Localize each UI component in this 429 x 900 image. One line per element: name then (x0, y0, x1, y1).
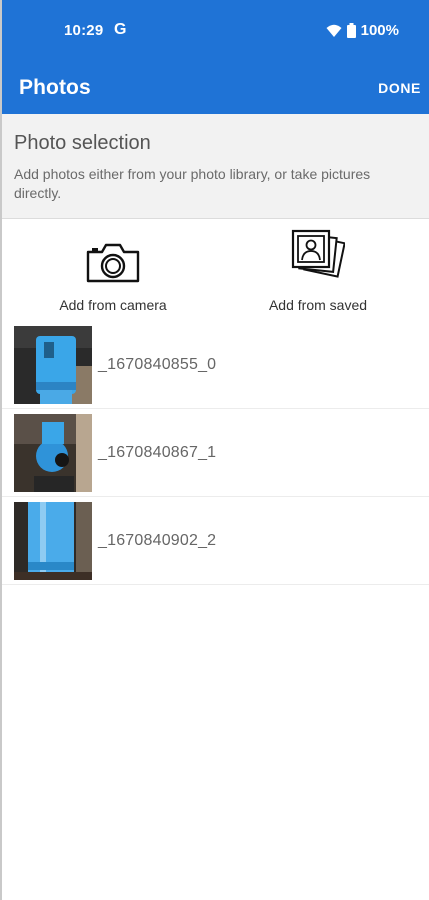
photo-thumbnail (14, 501, 92, 580)
status-time: 10:29 (64, 22, 104, 39)
battery-percent: 100% (360, 22, 399, 39)
photo-name: _1670840855_0 (98, 355, 217, 373)
window-edge (0, 0, 2, 900)
section-description: Add photos either from your photo librar… (14, 166, 371, 201)
photo-name: _1670840867_1 (98, 443, 217, 461)
add-from-camera-label: Add from camera (59, 297, 167, 313)
wifi-icon (326, 24, 342, 38)
top-bar: 10:29 G 100% Photos DONE (0, 0, 429, 114)
photo-name: _1670840902_2 (98, 531, 217, 549)
add-photo-actions: Add from camera Add from saved (0, 219, 429, 321)
photo-list-item[interactable]: _1670840855_0 (0, 321, 429, 409)
done-button[interactable]: DONE (370, 72, 421, 104)
photo-stack-icon (291, 229, 345, 283)
photo-thumbnail (14, 413, 92, 492)
battery-icon (346, 23, 356, 38)
photos-screen: 10:29 G 100% Photos DONE Photo selection… (0, 0, 429, 900)
app-bar: Photos DONE (0, 62, 429, 114)
status-bar: 10:29 G 100% (0, 0, 429, 62)
page-title: Photos (19, 76, 91, 99)
camera-icon (86, 233, 140, 283)
photo-thumbnail (14, 325, 92, 404)
photo-list-item[interactable]: _1670840902_2 (0, 497, 429, 585)
photo-list-item[interactable]: _1670840867_1 (0, 409, 429, 497)
section-title: Photo selection (14, 132, 151, 154)
add-from-camera-button[interactable]: Add from camera (54, 219, 172, 313)
google-g-icon: G (114, 21, 127, 38)
photo-selection-header: Photo selection Add photos either from y… (0, 114, 429, 219)
status-right-group: 100% (326, 22, 399, 39)
add-from-saved-button[interactable]: Add from saved (262, 219, 374, 313)
add-from-saved-label: Add from saved (268, 297, 368, 313)
photo-list: _1670840855_0 _1670840867_1 _1670840902_… (0, 321, 429, 585)
